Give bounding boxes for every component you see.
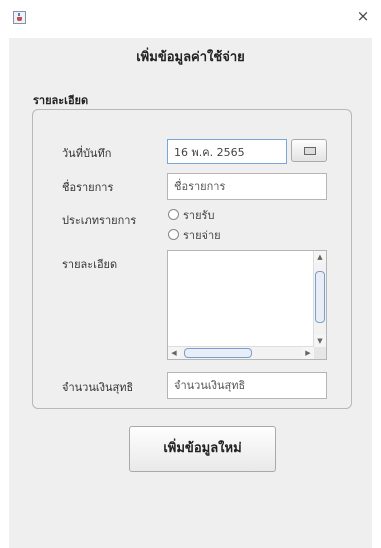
close-button[interactable]: × [355, 8, 371, 24]
scroll-down-icon[interactable]: ▼ [314, 335, 326, 347]
detail-label: รายละเอียด [62, 258, 118, 271]
date-label: วันที่บันทึก [62, 147, 112, 160]
scroll-corner [314, 347, 326, 359]
type-label: ประเภทรายการ [62, 214, 137, 227]
section-label-details: รายละเอียด [33, 94, 89, 107]
radio-button-icon[interactable] [168, 229, 179, 240]
scroll-left-icon[interactable]: ◀ [168, 347, 180, 359]
vertical-scroll-thumb[interactable] [315, 271, 325, 323]
java-cup-icon [13, 11, 26, 24]
radio-expense[interactable]: รายจ่าย [168, 226, 221, 244]
net-amount-input[interactable]: จำนวนเงินสุทธิ [167, 372, 327, 399]
calendar-icon [304, 147, 316, 155]
vertical-scrollbar[interactable]: ▲ ▼ [313, 251, 326, 347]
net-amount-label: จำนวนเงินสุทธิ [62, 381, 134, 394]
radio-income[interactable]: รายรับ [168, 206, 214, 224]
detail-textarea[interactable]: ▲ ▼ ◀ ▶ [167, 250, 327, 360]
name-label: ชื่อรายการ [62, 181, 114, 194]
horizontal-scroll-thumb[interactable] [184, 348, 252, 358]
page-title: เพิ่มข้อมูลค่าใช้จ่าย [136, 50, 245, 65]
scroll-right-icon[interactable]: ▶ [302, 347, 314, 359]
scroll-up-icon[interactable]: ▲ [314, 251, 326, 263]
horizontal-scrollbar[interactable]: ◀ ▶ [168, 346, 314, 359]
name-input[interactable]: ชื่อรายการ [167, 173, 327, 200]
radio-income-label: รายรับ [183, 209, 215, 222]
add-new-button[interactable]: เพิ่มข้อมูลใหม่ [129, 426, 276, 472]
radio-expense-label: รายจ่าย [183, 229, 221, 242]
date-field[interactable]: 16 พ.ค. 2565 [167, 139, 287, 164]
title-bar: × [0, 0, 381, 38]
calendar-button[interactable] [291, 139, 327, 162]
radio-button-icon[interactable] [168, 209, 179, 220]
